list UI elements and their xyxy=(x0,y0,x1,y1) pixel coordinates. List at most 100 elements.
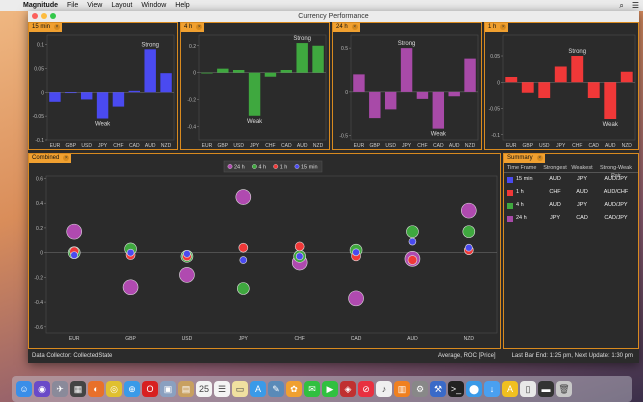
tab-summary[interactable]: Summary × xyxy=(504,154,545,163)
close-tab-icon[interactable]: × xyxy=(196,24,203,30)
dock-books-icon[interactable]: ▥ xyxy=(394,381,410,397)
x-tick-label: GBP xyxy=(218,143,229,149)
menu-layout[interactable]: Layout xyxy=(111,2,132,9)
tab-1h[interactable]: 1 h × xyxy=(485,23,509,32)
y-tick-label: -0.2 xyxy=(34,275,43,281)
summary-row[interactable]: 4 h AUD JPY AUD/JPY xyxy=(504,199,638,212)
x-tick-label: AUD xyxy=(407,336,418,342)
dock-siri-icon[interactable]: ◉ xyxy=(34,381,50,397)
dock-reminders-icon[interactable]: ☰ xyxy=(214,381,230,397)
weak-label: Weak xyxy=(247,119,263,125)
point-1h-chf xyxy=(294,241,305,252)
dock-fontlab-icon[interactable]: A xyxy=(502,381,518,397)
notification-center-icon[interactable]: ☰ xyxy=(632,1,639,11)
dock-app-store-icon[interactable]: A xyxy=(250,381,266,397)
point-15min-eur xyxy=(70,251,78,259)
y-tick-label: 0.2 xyxy=(36,226,43,232)
x-tick-label: EUR xyxy=(354,143,365,149)
x-tick-label: USD xyxy=(539,143,550,149)
bar-aud xyxy=(296,43,308,73)
menu-app-name[interactable]: Magnitude xyxy=(23,2,58,9)
bar-gbp xyxy=(369,91,381,119)
bar-eur xyxy=(505,77,518,83)
summary-time-frame: 24 h xyxy=(504,212,541,225)
legend-label: 1 h xyxy=(280,165,288,171)
bar-chart-15min: -0.1 -0.05 0 0.05 0.1 EUR GBP USD JPY CHF CAD AUD NZ… xyxy=(33,34,175,149)
y-tick-label: -0.1 xyxy=(491,133,500,139)
dock-finder-icon[interactable]: ☺ xyxy=(16,381,32,397)
summary-strongest: CHF xyxy=(549,189,561,195)
dock-news-icon[interactable]: ⊘ xyxy=(358,381,374,397)
dock-stickies-icon[interactable]: ▭ xyxy=(232,381,248,397)
summary-table-body: 15 min AUD JPY AUD/JPY 1 h CHF AUD AUD/CHF 4 h AU… xyxy=(504,173,638,225)
legend-label: 4 h xyxy=(258,165,266,171)
app-window: Currency Performance 15 min × -0.1 -0.05 0 0… xyxy=(28,11,639,363)
bar-usd xyxy=(538,82,551,98)
y-tick-label: 0 xyxy=(40,251,43,257)
spotlight-search-icon[interactable]: ⌕ xyxy=(619,1,623,11)
summary-row[interactable]: 24 h JPY CAD CAD/JPY xyxy=(504,212,638,225)
dock-photo-booth-icon[interactable]: ◈ xyxy=(340,381,356,397)
dock-opera-icon[interactable]: O xyxy=(142,381,158,397)
dock-system-preferences-icon[interactable]: ⚙ xyxy=(412,381,428,397)
tab-15min[interactable]: 15 min × xyxy=(29,23,63,32)
tab-15min-label: 15 min xyxy=(32,24,51,30)
x-tick-label: GBP xyxy=(370,143,381,149)
tab-4h[interactable]: 4 h × xyxy=(181,23,205,32)
dock-utilities-icon[interactable]: ✎ xyxy=(268,381,284,397)
bar-cad xyxy=(587,82,600,98)
y-tick-label: 0.4 xyxy=(36,201,43,207)
close-tab-icon[interactable]: × xyxy=(63,155,70,161)
dock-screen-icon[interactable]: ▬ xyxy=(538,381,554,397)
color-swatch xyxy=(507,189,513,196)
dock-calendar-icon[interactable]: 25 xyxy=(196,381,212,397)
x-tick-label: JPY xyxy=(98,143,108,149)
weak-label: Weak xyxy=(431,132,447,138)
dock-safari-icon[interactable]: ⊕ xyxy=(124,381,140,397)
dock-notes-icon[interactable]: ▤ xyxy=(178,381,194,397)
close-window-button[interactable] xyxy=(32,13,38,19)
dock-music-icon[interactable]: ♪ xyxy=(376,381,392,397)
close-tab-icon[interactable]: × xyxy=(500,24,507,30)
x-tick-label: AUD xyxy=(449,143,460,149)
dock-maps-icon[interactable]: ⬤ xyxy=(466,381,482,397)
summary-row[interactable]: 1 h CHF AUD AUD/CHF xyxy=(504,186,638,199)
dock-chrome-icon[interactable]: ◎ xyxy=(106,381,122,397)
dock-preview-icon[interactable]: ▣ xyxy=(160,381,176,397)
x-tick-label: CHF xyxy=(265,143,275,149)
panel-4h: 4 h × -0.4 -0.2 0 0.2 EUR GBP USD JPY CHF CAD AUD NZ… xyxy=(180,22,330,150)
tab-4h-label: 4 h xyxy=(184,24,193,30)
dock-xcode-icon[interactable]: ⚒ xyxy=(430,381,446,397)
dock-firefox-icon[interactable]: ◐ xyxy=(88,381,104,397)
summary-row[interactable]: 15 min AUD JPY AUD/JPY xyxy=(504,173,638,186)
tab-combined[interactable]: Combined × xyxy=(29,154,72,163)
dock-downloads-icon[interactable]: ↓ xyxy=(484,381,500,397)
minimize-window-button[interactable] xyxy=(41,13,47,19)
legend-marker xyxy=(251,164,257,169)
dock-launchpad-icon[interactable]: ✈ xyxy=(52,381,68,397)
dock-messages-icon[interactable]: ✉ xyxy=(304,381,320,397)
summary-weakest: AUD xyxy=(576,189,588,195)
close-tab-icon[interactable]: × xyxy=(54,24,61,30)
dock-facetime-icon[interactable]: ▶ xyxy=(322,381,338,397)
y-tick-label: 0.05 xyxy=(490,54,500,60)
menu-help[interactable]: Help xyxy=(175,2,189,9)
menu-window[interactable]: Window xyxy=(141,2,166,9)
close-tab-icon[interactable]: × xyxy=(536,155,543,161)
y-tick-label: -0.4 xyxy=(187,125,196,131)
dock-terminal-icon[interactable]: >_ xyxy=(448,381,464,397)
x-tick-label: EUR xyxy=(506,143,517,149)
menu-view[interactable]: View xyxy=(87,2,102,9)
legend-marker xyxy=(294,164,300,169)
dock-trash-icon[interactable]: 🗑 xyxy=(556,381,572,397)
dock-file-icon[interactable]: ▯ xyxy=(520,381,536,397)
maximize-window-button[interactable] xyxy=(50,13,56,19)
dock-mission-control-icon[interactable]: ▦ xyxy=(70,381,86,397)
dock-photos-icon[interactable]: ✿ xyxy=(286,381,302,397)
window-titlebar: Currency Performance xyxy=(28,11,639,22)
point-24h-usd xyxy=(179,267,195,283)
summary-frame-label: 15 min xyxy=(516,176,533,182)
close-tab-icon[interactable]: × xyxy=(351,24,358,30)
menu-file[interactable]: File xyxy=(67,2,78,9)
tab-24h[interactable]: 24 h × xyxy=(333,23,360,32)
